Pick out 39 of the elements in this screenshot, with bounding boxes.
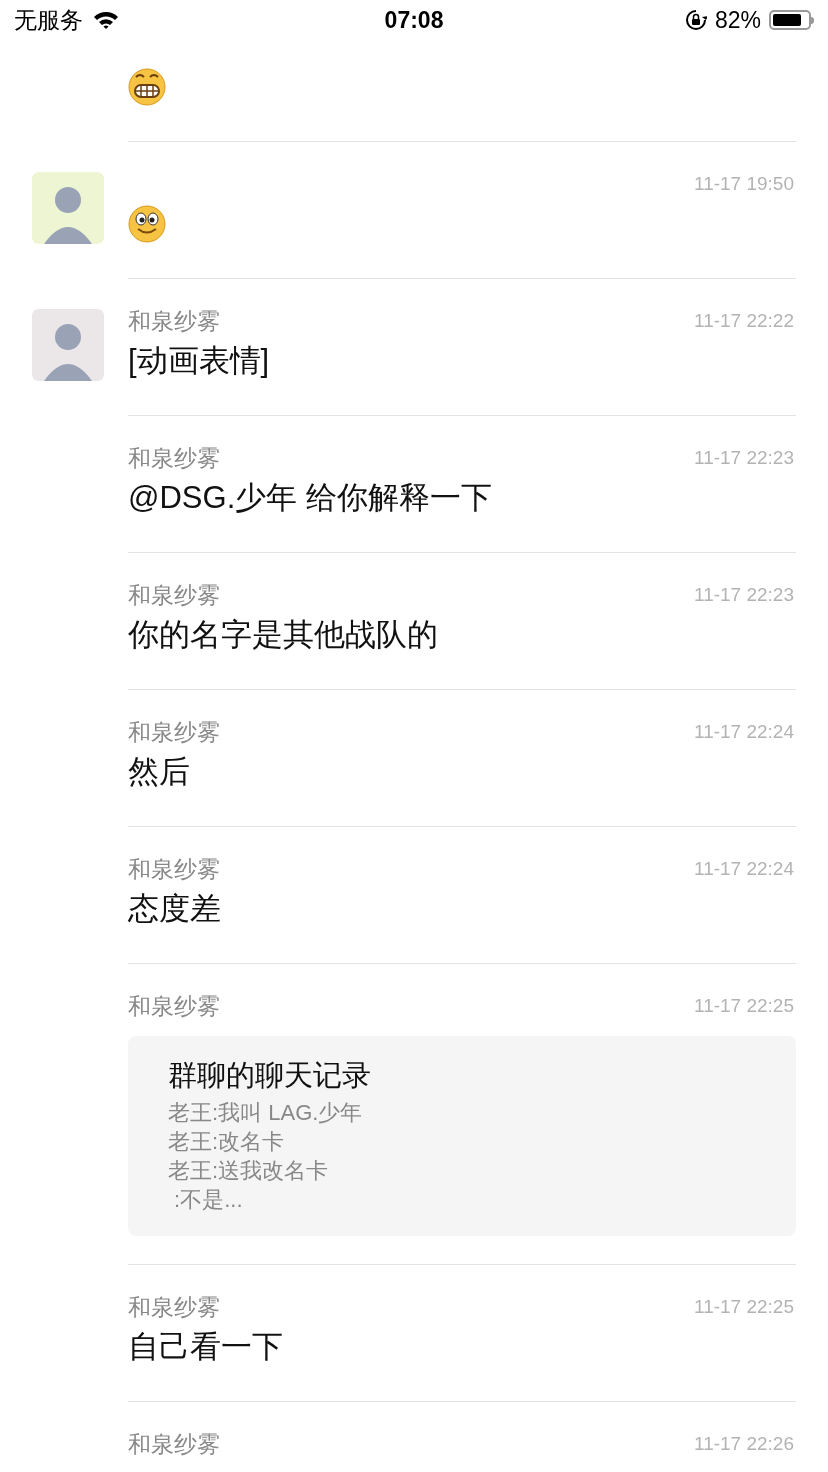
carrier-label: 无服务: [14, 5, 83, 35]
sender-name: 和泉纱雾: [128, 580, 220, 610]
record-line: 老王:改名卡: [168, 1128, 286, 1156]
message-text: 然后: [128, 752, 190, 791]
message-text: 你的名字是其他战队的: [128, 615, 438, 654]
message-text: @DSG.少年 给你解释一下: [128, 478, 492, 517]
card-title: 群聊的聊天记录: [168, 1058, 372, 1093]
message-time: 11-17 22:25: [694, 1294, 795, 1319]
message-time: 11-17 22:24: [694, 856, 795, 881]
sender-name: 和泉纱雾: [128, 854, 220, 884]
clock-time: 07:08: [384, 5, 444, 35]
record-line: :不是...: [173, 1186, 244, 1214]
battery-icon: [769, 10, 814, 30]
battery-percent: 82%: [714, 5, 761, 35]
smiling-face-icon: [128, 205, 166, 243]
sender-name: 和泉纱雾: [128, 717, 220, 747]
wifi-icon: [93, 10, 119, 30]
sender-name: 和泉纱雾: [128, 1429, 220, 1459]
message-text: 自己看一下: [128, 1327, 283, 1366]
message-time: 11-17 22:24: [694, 719, 795, 744]
chat-record-card[interactable]: 群聊的聊天记录 老王:我叫 LAG.少年 老王:改名卡 老王:送我改名卡 :不是...: [128, 1036, 796, 1236]
message-time: 11-17 22:26: [694, 1431, 795, 1456]
message-text: 态度差: [128, 889, 221, 928]
avatar[interactable]: [32, 309, 104, 381]
sender-name: 和泉纱雾: [128, 1292, 220, 1322]
record-line: 老王:送我改名卡: [168, 1157, 330, 1185]
message-time: 11-17 22:25: [694, 993, 795, 1018]
message-time: 11-17 22:23: [694, 445, 795, 470]
message-text: [动画表情]: [128, 341, 270, 380]
sender-name: 和泉纱雾: [128, 306, 220, 336]
avatar[interactable]: [32, 172, 104, 244]
message-time: 11-17 19:50: [694, 171, 795, 196]
grinning-face-icon: [128, 68, 166, 106]
message-time: 11-17 22:23: [694, 582, 795, 607]
record-line: 老王:我叫 LAG.少年: [168, 1099, 364, 1127]
message-time: 11-17 22:22: [694, 308, 795, 333]
sender-name: 和泉纱雾: [128, 443, 220, 473]
sender-name: 和泉纱雾: [128, 991, 220, 1021]
rotation-lock-icon: [684, 9, 707, 31]
